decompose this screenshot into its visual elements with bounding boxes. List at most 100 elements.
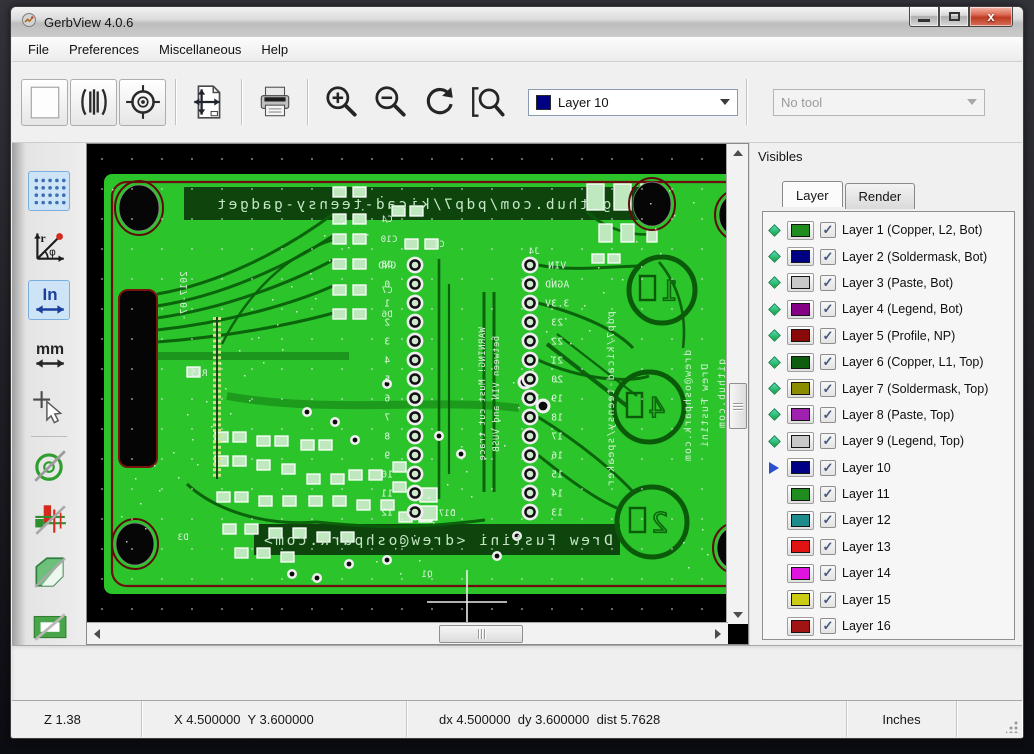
- layer-visibility-checkbox[interactable]: ✓: [820, 222, 836, 238]
- layer-label: Layer 12: [842, 513, 891, 527]
- layer-color-swatch[interactable]: [787, 379, 814, 398]
- clear-layers-button[interactable]: [21, 79, 68, 126]
- tool-select-dropdown[interactable]: No tool: [773, 89, 985, 116]
- negative-objects-button[interactable]: [28, 606, 70, 645]
- load-gerber-button[interactable]: [70, 79, 117, 126]
- svg-text:r: r: [41, 232, 46, 245]
- layer-color-swatch[interactable]: [787, 405, 814, 424]
- menu-miscellaneous[interactable]: Miscellaneous: [149, 38, 251, 61]
- desktop: { "window": { "title": "GerbView 4.0.6" …: [0, 0, 1034, 754]
- menu-preferences[interactable]: Preferences: [59, 38, 149, 61]
- scroll-left-button[interactable]: [87, 625, 107, 643]
- scroll-right-button[interactable]: [708, 625, 728, 643]
- layer-label: Layer 15: [842, 593, 891, 607]
- units-mm-button[interactable]: mm: [28, 335, 70, 374]
- status-relative-position: dx 4.500000 dy 3.600000 dist 5.7628: [407, 701, 847, 737]
- layer-visibility-checkbox[interactable]: ✓: [820, 249, 836, 265]
- print-button[interactable]: [251, 79, 298, 126]
- zoom-in-icon: [322, 83, 360, 121]
- menu-help[interactable]: Help: [251, 38, 298, 61]
- layer-visibility-checkbox[interactable]: ✓: [820, 381, 836, 397]
- zoom-in-button[interactable]: [317, 79, 364, 126]
- arrow-left-icon: [94, 629, 100, 639]
- layer-color-swatch[interactable]: [787, 273, 814, 292]
- layer-color-swatch[interactable]: [787, 300, 814, 319]
- arrow-up-icon: [733, 150, 743, 156]
- layer-visibility-checkbox[interactable]: ✓: [820, 433, 836, 449]
- layer-label: Layer 14: [842, 566, 891, 580]
- scroll-up-button[interactable]: [728, 144, 748, 162]
- vertical-scroll-thumb[interactable]: [729, 383, 747, 429]
- layer-visibility-checkbox[interactable]: ✓: [820, 486, 836, 502]
- layer-visibility-checkbox[interactable]: ✓: [820, 301, 836, 317]
- layer-visibility-checkbox[interactable]: ✓: [820, 512, 836, 528]
- layer-select-dropdown[interactable]: Layer 10: [528, 89, 738, 116]
- layer-color-swatch[interactable]: [787, 247, 814, 266]
- clear-layers-icon: [26, 83, 64, 121]
- layer-color-swatch[interactable]: [787, 511, 814, 530]
- layer-color-swatch[interactable]: [787, 432, 814, 451]
- tab-layer[interactable]: Layer: [782, 181, 843, 207]
- layer-visibility-checkbox[interactable]: ✓: [820, 354, 836, 370]
- layer-color-swatch[interactable]: [787, 537, 814, 556]
- tab-render[interactable]: Render: [845, 183, 916, 209]
- layer-color-swatch[interactable]: [787, 617, 814, 636]
- horizontal-scroll-thumb[interactable]: [439, 625, 523, 643]
- horizontal-scrollbar[interactable]: [87, 622, 728, 644]
- svg-text:mm: mm: [36, 341, 64, 358]
- visibles-panel: Visibles Layer Render ✓Layer 1 (Copper, …: [749, 143, 1022, 645]
- scroll-down-button[interactable]: [728, 606, 748, 624]
- units-inches-button[interactable]: In: [28, 280, 70, 320]
- sheet-size-button[interactable]: [185, 79, 232, 126]
- minimize-icon: [918, 19, 930, 22]
- layer-color-swatch[interactable]: [787, 590, 814, 609]
- cursor-shape-icon: [30, 388, 68, 426]
- layer-label: Layer 5 (Profile, NP): [842, 329, 955, 343]
- layer-loaded-diamond-icon: [767, 305, 781, 314]
- layer-row-3: ✓Layer 3 (Paste, Bot): [767, 270, 1012, 296]
- layer-visibility-checkbox[interactable]: ✓: [820, 275, 836, 291]
- minimize-button[interactable]: [909, 7, 939, 27]
- load-gerber-icon: [75, 83, 113, 121]
- layer-label: Layer 13: [842, 540, 891, 554]
- layer-visibility-checkbox[interactable]: ✓: [820, 407, 836, 423]
- layer-color-swatch[interactable]: [787, 326, 814, 345]
- layer-color-swatch[interactable]: [787, 485, 814, 504]
- vertical-scrollbar[interactable]: [726, 144, 748, 624]
- close-button[interactable]: x: [969, 7, 1013, 27]
- menu-bar: File Preferences Miscellaneous Help: [12, 37, 1022, 62]
- sketch-lines-button[interactable]: [28, 499, 70, 538]
- sketch-flashed-icon: [30, 446, 68, 484]
- svg-text:In: In: [43, 285, 58, 304]
- layer-row-4: ✓Layer 4 (Legend, Bot): [767, 296, 1012, 322]
- load-drill-button[interactable]: [119, 79, 166, 126]
- polar-coordinates-button[interactable]: rφ: [28, 226, 70, 265]
- redraw-button[interactable]: [415, 79, 462, 126]
- layer-color-swatch[interactable]: [787, 353, 814, 372]
- layer-visibility-checkbox[interactable]: ✓: [820, 460, 836, 476]
- gerbview-window: GerbView 4.0.6 x File Preferences Miscel…: [10, 6, 1024, 739]
- maximize-button[interactable]: [939, 7, 969, 27]
- gerber-canvas[interactable]: GND0123456789101112VINAGND3.3V2322212019…: [87, 144, 728, 624]
- grid-dots-button[interactable]: [28, 171, 70, 211]
- cursor-shape-button[interactable]: [28, 388, 70, 427]
- layer-visibility-checkbox[interactable]: ✓: [820, 565, 836, 581]
- zoom-fit-button[interactable]: [464, 79, 511, 126]
- layer-visibility-checkbox[interactable]: ✓: [820, 328, 836, 344]
- title-bar[interactable]: GerbView 4.0.6 x: [11, 7, 1023, 37]
- content-area: rφ In mm GND0123456789101112VINAGND3.3V232…: [12, 143, 1022, 645]
- resize-grip[interactable]: [1006, 721, 1018, 733]
- layer-color-swatch[interactable]: [787, 458, 814, 477]
- menu-file[interactable]: File: [18, 38, 59, 61]
- layer-select-swatch: [536, 95, 551, 110]
- sketch-polygons-button[interactable]: [28, 553, 70, 592]
- layer-color-swatch[interactable]: [787, 564, 814, 583]
- layer-visibility-checkbox[interactable]: ✓: [820, 539, 836, 555]
- layer-visibility-checkbox[interactable]: ✓: [820, 618, 836, 634]
- layer-row-15: ✓ Layer 15: [767, 586, 1012, 612]
- layer-visibility-checkbox[interactable]: ✓: [820, 592, 836, 608]
- sketch-flashed-button[interactable]: [28, 446, 70, 485]
- layer-list: ✓Layer 1 (Copper, L2, Bot)✓Layer 2 (Sold…: [762, 211, 1015, 640]
- zoom-out-button[interactable]: [366, 79, 413, 126]
- layer-color-swatch[interactable]: [787, 221, 814, 240]
